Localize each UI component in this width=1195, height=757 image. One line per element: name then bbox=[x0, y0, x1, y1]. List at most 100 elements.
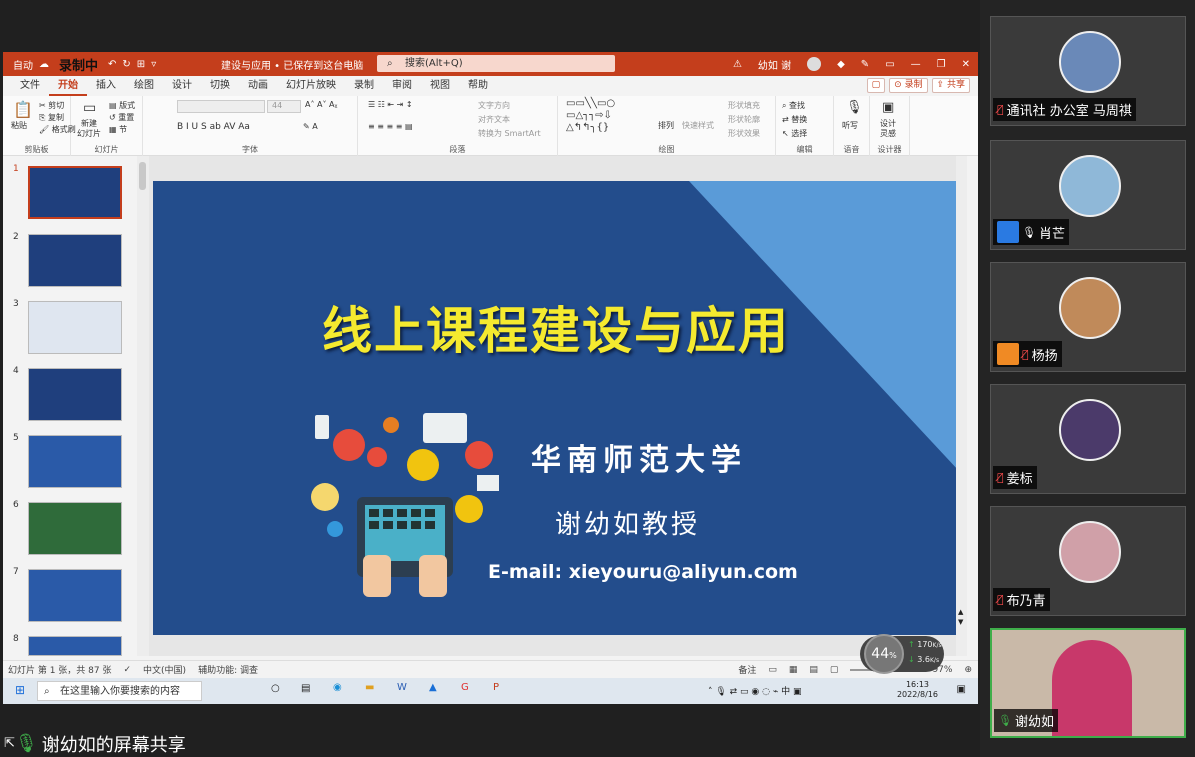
participant-tile[interactable]: 🎙̸ 布乃青 bbox=[990, 506, 1186, 616]
scroll-down-icon[interactable]: ▼ bbox=[958, 618, 963, 626]
designer-icon[interactable]: ▣ bbox=[882, 100, 894, 115]
contact-email[interactable]: E-mail: xieyouru@aliyun.com bbox=[488, 561, 798, 583]
font-format-buttons[interactable]: B I U S ab AV Aa bbox=[177, 122, 250, 132]
select-button[interactable]: ↖ 选择 bbox=[782, 128, 807, 139]
file-explorer-icon[interactable]: ▬ bbox=[365, 682, 374, 693]
cut-button[interactable]: ✂ 剪切 bbox=[39, 100, 64, 111]
accessibility-status[interactable]: 辅助功能: 调查 bbox=[198, 663, 258, 676]
list-buttons[interactable]: ☰ ☷ ⇤ ⇥ ↕ bbox=[368, 100, 413, 109]
task-view-icon[interactable]: ○ bbox=[271, 683, 280, 694]
fit-slide-icon[interactable]: ⊕ bbox=[964, 665, 972, 675]
customize-icon[interactable]: ▿ bbox=[151, 59, 156, 70]
find-button[interactable]: ⌕ 查找 bbox=[782, 100, 805, 111]
slide-thumbnail[interactable] bbox=[28, 166, 122, 219]
restore-icon[interactable]: ❐ bbox=[937, 59, 946, 70]
participant-tile[interactable]: 🎙 谢幼如 bbox=[990, 628, 1186, 738]
user-name[interactable]: 幼如 谢 bbox=[758, 57, 791, 72]
undo-icon[interactable]: ↶ bbox=[108, 59, 116, 70]
notification-icon[interactable]: ▣ bbox=[957, 684, 966, 695]
font-size-input[interactable]: 44 bbox=[267, 100, 301, 113]
university-name[interactable]: 华南师范大学 bbox=[531, 435, 747, 479]
ppt-search-box[interactable]: ⌕ 搜索(Alt+Q) bbox=[377, 55, 615, 72]
slide-thumbnail[interactable] bbox=[28, 636, 122, 656]
diamond-icon[interactable]: ◆ bbox=[837, 59, 845, 70]
close-icon[interactable]: ✕ bbox=[962, 59, 970, 70]
avatar[interactable] bbox=[807, 57, 822, 71]
shape-effects-button[interactable]: 形状效果 bbox=[728, 128, 760, 139]
slide-thumbnail[interactable] bbox=[28, 301, 122, 354]
thumbnail-scrollbar[interactable] bbox=[137, 156, 149, 656]
comment-icon[interactable]: ▢ bbox=[866, 78, 886, 93]
tab-record[interactable]: 录制 bbox=[345, 76, 383, 96]
scrollbar-thumb[interactable] bbox=[139, 162, 146, 190]
widgets-icon[interactable]: ▤ bbox=[301, 683, 310, 694]
reading-view-icon[interactable]: ▤ bbox=[809, 665, 818, 675]
meeting-app-icon[interactable]: ▲ bbox=[429, 682, 437, 693]
notes-button[interactable]: 备注 bbox=[738, 663, 756, 676]
font-grow-shrink[interactable]: A˄ A˅ Aᵪ bbox=[305, 100, 337, 109]
paste-icon[interactable]: 📋 bbox=[13, 100, 33, 119]
shapes-gallery[interactable]: ▭▭╲╲▭○ ▭△┐┐⇨⇩ △↰↰╮{} bbox=[566, 98, 652, 134]
arrange-button[interactable]: 排列 bbox=[658, 120, 674, 131]
presentation-icon[interactable]: ⊞ bbox=[137, 59, 145, 70]
tab-help[interactable]: 帮助 bbox=[459, 76, 497, 96]
shape-outline-button[interactable]: 形状轮廓 bbox=[728, 114, 760, 125]
autosave-label[interactable]: 自动 bbox=[13, 57, 33, 72]
sogou-icon[interactable]: G bbox=[461, 682, 469, 693]
redo-icon[interactable]: ↻ bbox=[122, 59, 130, 70]
smartart-button[interactable]: 转换为 SmartArt bbox=[478, 128, 541, 139]
microphone-icon[interactable]: 🎙 bbox=[846, 100, 863, 115]
current-slide[interactable]: 线上课程建设与应用 华南师范大学 谢幼如教授 E-mail: xieyouru@… bbox=[153, 181, 959, 635]
tab-file[interactable]: 文件 bbox=[11, 76, 49, 96]
participant-tile[interactable]: 🎙̸ 杨扬 bbox=[990, 262, 1186, 372]
sorter-view-icon[interactable]: ▦ bbox=[789, 665, 798, 675]
align-text-button[interactable]: 对齐文本 bbox=[478, 114, 510, 125]
tab-insert[interactable]: 插入 bbox=[87, 76, 125, 96]
ribbon-display-icon[interactable]: ▭ bbox=[885, 59, 894, 70]
powerpoint-icon[interactable]: P bbox=[493, 682, 499, 693]
scroll-up-icon[interactable]: ▲ bbox=[958, 608, 963, 616]
pen-icon[interactable]: ✎ bbox=[861, 59, 869, 70]
language[interactable]: 中文(中国) bbox=[143, 663, 186, 676]
reset-button[interactable]: ↺ 重置 bbox=[109, 112, 134, 123]
slideshow-icon[interactable]: ▢ bbox=[830, 665, 839, 675]
warning-icon[interactable]: ⚠ bbox=[733, 59, 742, 70]
tab-draw[interactable]: 绘图 bbox=[125, 76, 163, 96]
section-button[interactable]: ▦ 节 bbox=[109, 124, 127, 135]
tab-review[interactable]: 审阅 bbox=[383, 76, 421, 96]
tray-icons[interactable]: ˄ 🎙 ⇄ ▭ ◉ ◌ ⌁ 中 ▣ bbox=[708, 684, 802, 697]
slide-title[interactable]: 线上课程建设与应用 bbox=[153, 291, 959, 363]
paste-button[interactable]: 粘贴 bbox=[11, 120, 27, 131]
normal-view-icon[interactable]: ▭ bbox=[768, 665, 777, 675]
slide-thumbnail[interactable] bbox=[28, 435, 122, 488]
copy-button[interactable]: ⎘ 复制 bbox=[39, 112, 64, 123]
slide-thumbnail[interactable] bbox=[28, 234, 122, 287]
replace-button[interactable]: ⇄ 替换 bbox=[782, 114, 807, 125]
share-button[interactable]: ⇪ 共享 bbox=[931, 78, 970, 93]
participant-tile[interactable]: 🎙̸ 姜标 bbox=[990, 384, 1186, 494]
participant-tile[interactable]: 🎙 肖芒 bbox=[990, 140, 1186, 250]
slide-scrollbar[interactable]: ▲ ▼ bbox=[956, 156, 967, 656]
font-name-input[interactable] bbox=[177, 100, 265, 113]
quick-styles-button[interactable]: 快速样式 bbox=[682, 120, 714, 131]
dictate-button[interactable]: 听写 bbox=[842, 120, 858, 131]
tab-design[interactable]: 设计 bbox=[163, 76, 201, 96]
edge-icon[interactable]: ◉ bbox=[333, 682, 342, 693]
spellcheck-icon[interactable]: ✓ bbox=[123, 665, 131, 675]
tab-slideshow[interactable]: 幻灯片放映 bbox=[277, 76, 345, 96]
taskbar-search[interactable]: ⌕ 在这里输入你要搜索的内容 bbox=[37, 681, 202, 701]
minimize-icon[interactable]: — bbox=[911, 59, 921, 70]
new-slide-icon[interactable]: ▭ bbox=[83, 100, 96, 116]
record-button[interactable]: ⊙ 录制 bbox=[889, 78, 928, 93]
text-direction-button[interactable]: 文字方向 bbox=[478, 100, 510, 111]
font-color-buttons[interactable]: ✎ A bbox=[303, 122, 318, 131]
professor-name[interactable]: 谢幼如教授 bbox=[555, 504, 700, 541]
shape-fill-button[interactable]: 形状填充 bbox=[728, 100, 760, 111]
slide-thumbnail[interactable] bbox=[28, 368, 122, 421]
file-name[interactable]: 建设与应用 • 已保存到这台电脑 bbox=[221, 57, 363, 72]
slide-thumbnail[interactable] bbox=[28, 569, 122, 622]
tab-home[interactable]: 开始 bbox=[49, 76, 87, 96]
windows-start-icon[interactable]: ⊞ bbox=[15, 683, 25, 697]
tab-transitions[interactable]: 切换 bbox=[201, 76, 239, 96]
layout-button[interactable]: ▤ 版式 bbox=[109, 100, 135, 111]
